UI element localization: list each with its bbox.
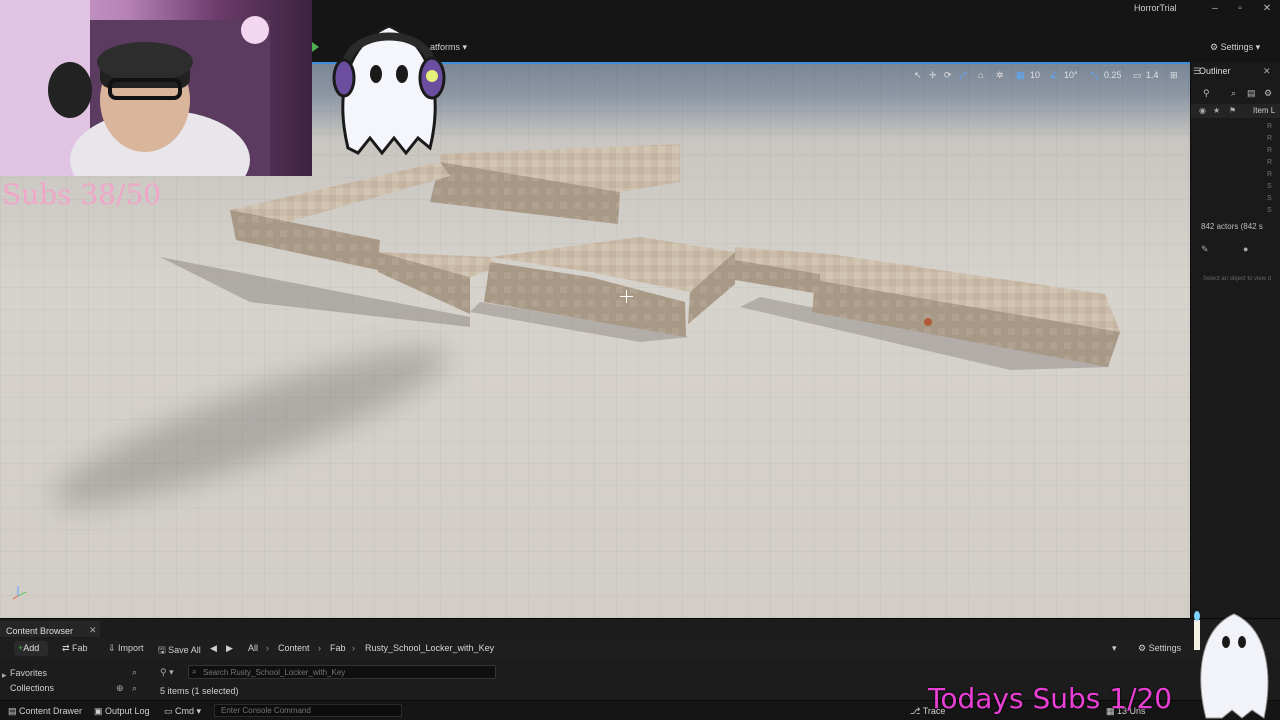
- rotation-snap-icon[interactable]: ∠: [1050, 69, 1058, 81]
- breadcrumb-item[interactable]: Fab: [330, 643, 346, 653]
- select-mode-icon[interactable]: ↖: [914, 69, 922, 81]
- search-icon[interactable]: ⌕: [1231, 88, 1236, 99]
- item-label-column[interactable]: Item L: [1253, 106, 1275, 115]
- world-local-icon[interactable]: ⌂: [978, 69, 983, 81]
- list-item[interactable]: R: [1227, 134, 1280, 146]
- subs-today-counter: Todays Subs 1/20: [928, 682, 1173, 715]
- webcam-feed: [0, 0, 312, 176]
- outliner-panel: ☰ Outliner ✕ ⚲ ⌕ ▤ ⚙ ◉ ★ ⚑ Item L R R R …: [1190, 62, 1280, 618]
- breadcrumb-item[interactable]: Rusty_School_Locker_with_Key: [365, 643, 494, 653]
- close-icon[interactable]: ✕: [1263, 66, 1271, 77]
- console-field[interactable]: [215, 705, 401, 716]
- tab-outliner[interactable]: Outliner: [1199, 66, 1231, 76]
- filter-icon[interactable]: ⚲: [1203, 88, 1210, 99]
- play-icon[interactable]: [312, 42, 319, 52]
- streamer-image: [0, 0, 270, 176]
- actor-count: 842 actors (842 s: [1201, 222, 1263, 231]
- gear-icon[interactable]: ⚙: [1264, 88, 1272, 99]
- maximize-icon[interactable]: ▫: [1231, 2, 1249, 16]
- search-input[interactable]: ⌕: [188, 665, 496, 679]
- settings-button[interactable]: ⚙ Settings ▾: [1210, 42, 1260, 53]
- pencil-icon[interactable]: ✎: [1201, 244, 1209, 255]
- content-drawer-button[interactable]: ▤ Content Drawer: [8, 706, 82, 717]
- content-settings-button[interactable]: ⚙ Settings: [1138, 643, 1181, 654]
- crosshair-icon: [620, 290, 633, 303]
- search-icon[interactable]: ⌕: [132, 667, 137, 678]
- cmd-dropdown[interactable]: ▭ Cmd ▾: [164, 706, 201, 717]
- rotate-tool-icon[interactable]: ⟳: [944, 69, 952, 81]
- collections-section[interactable]: Collections: [10, 683, 54, 693]
- details-icon[interactable]: ●: [1243, 244, 1248, 254]
- list-item[interactable]: S: [1227, 182, 1280, 194]
- close-icon[interactable]: ✕: [1258, 2, 1276, 16]
- search-field[interactable]: [189, 666, 495, 678]
- star-icon[interactable]: ★: [1213, 106, 1220, 115]
- add-button[interactable]: +Add: [14, 641, 48, 656]
- fab-button[interactable]: ⇄ Fab: [62, 643, 88, 654]
- list-item[interactable]: R: [1227, 146, 1280, 158]
- ghost-candle-icon: [1194, 611, 1269, 719]
- minimize-icon[interactable]: –: [1206, 2, 1224, 16]
- search-icon[interactable]: ⌕: [132, 683, 137, 694]
- search-icon: ⌕: [192, 667, 197, 676]
- scale-snap-icon[interactable]: ⤡: [1091, 69, 1098, 81]
- breadcrumb-item[interactable]: Content: [278, 643, 310, 653]
- list-item[interactable]: R: [1227, 122, 1280, 134]
- camera-speed-icon[interactable]: ▭: [1133, 69, 1142, 81]
- import-button[interactable]: ⇩ Import: [108, 643, 144, 654]
- pin-icon[interactable]: ⚑: [1229, 106, 1236, 115]
- locker-marker[interactable]: [924, 318, 932, 326]
- subs-goal-counter: Subs 38/50: [2, 178, 162, 211]
- viewport-layout-icon[interactable]: ⊞: [1170, 69, 1178, 81]
- grid-snap-value[interactable]: 10: [1030, 69, 1040, 81]
- list-item[interactable]: S: [1227, 206, 1280, 218]
- list-item[interactable]: R: [1227, 158, 1280, 170]
- history-back-icon[interactable]: ◀: [210, 643, 217, 654]
- breadcrumb-item[interactable]: All: [248, 643, 258, 653]
- history-forward-icon[interactable]: ▶: [226, 643, 233, 654]
- folder-icon[interactable]: ▤: [1247, 88, 1256, 99]
- ghost-mascot-icon: [332, 24, 446, 156]
- favorites-section[interactable]: Favorites: [10, 668, 47, 678]
- add-collection-icon[interactable]: ⊕: [116, 683, 124, 694]
- visibility-icon[interactable]: ◉: [1199, 106, 1206, 115]
- close-icon[interactable]: ✕: [89, 625, 97, 636]
- axis-gizmo-icon: [12, 586, 27, 600]
- scale-snap-value[interactable]: 0.25: [1104, 69, 1122, 81]
- tab-label: Content Browser: [6, 626, 74, 636]
- surface-snap-icon[interactable]: ✲: [996, 69, 1004, 81]
- chevron-right-icon[interactable]: ▸: [2, 670, 7, 681]
- output-log-button[interactable]: ▣ Output Log: [94, 706, 150, 717]
- grid-snap-icon[interactable]: ▦: [1016, 69, 1025, 81]
- chevron-down-icon[interactable]: ▾: [1112, 643, 1117, 654]
- list-item[interactable]: S: [1227, 194, 1280, 206]
- camera-speed-value[interactable]: 1.4: [1146, 69, 1159, 81]
- filter-icon[interactable]: ⚲ ▾: [160, 667, 174, 678]
- save-all-button[interactable]: 🖫 Save All: [158, 643, 201, 659]
- console-input[interactable]: [214, 704, 402, 717]
- list-item[interactable]: R: [1227, 170, 1280, 182]
- scale-tool-icon[interactable]: ⤢: [959, 69, 966, 81]
- details-hint: Select an object to view d: [1203, 276, 1272, 282]
- move-tool-icon[interactable]: ✛: [929, 69, 937, 81]
- rotation-snap-value[interactable]: 10°: [1064, 69, 1078, 81]
- window-title: HorrorTrial: [1134, 3, 1177, 13]
- stone-wall: [230, 210, 380, 270]
- items-count: 5 items (1 selected): [160, 686, 239, 696]
- tab-content-browser[interactable]: Content Browser ✕: [0, 621, 100, 637]
